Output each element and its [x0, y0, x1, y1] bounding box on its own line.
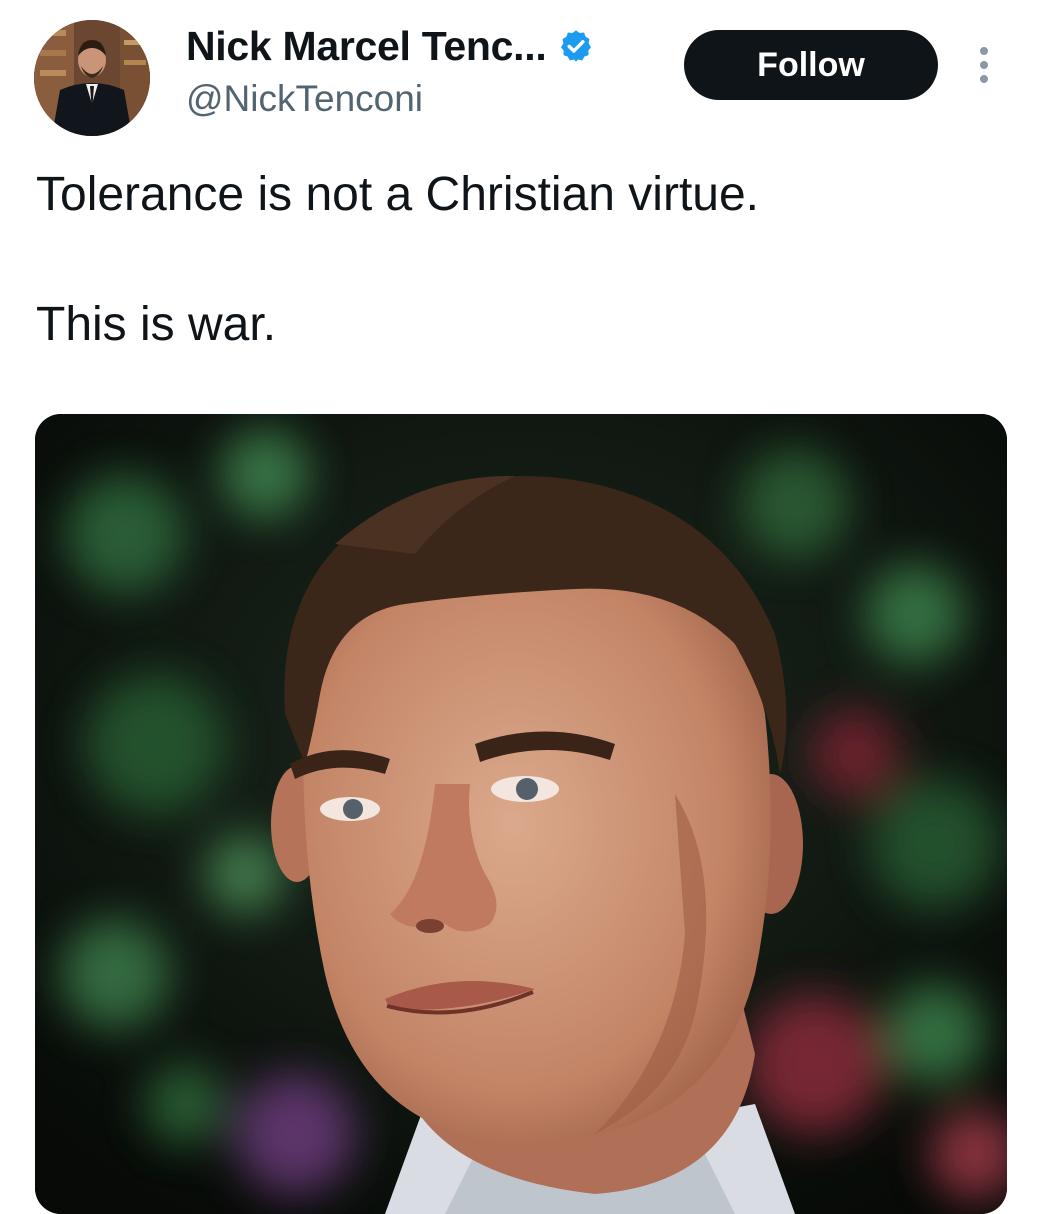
tweet-text: Tolerance is not a Christian virtue. Thi…	[36, 165, 759, 355]
more-options-icon[interactable]	[968, 40, 1000, 90]
tweet-text-line: This is war.	[36, 298, 277, 351]
more-dot	[980, 47, 988, 55]
tweet-text-line: Tolerance is not a Christian virtue.	[36, 168, 759, 221]
more-dot	[980, 75, 988, 83]
author-handle[interactable]: @NickTenconi	[186, 78, 594, 120]
follow-button[interactable]: Follow	[684, 30, 938, 100]
more-dot	[980, 61, 988, 69]
author-header: Nick Marcel Tenc... @NickTenconi	[186, 22, 594, 120]
tweet-media-photo[interactable]	[35, 414, 1007, 1214]
verified-badge-icon	[558, 28, 594, 64]
author-avatar[interactable]	[34, 20, 150, 136]
author-display-name[interactable]: Nick Marcel Tenc...	[186, 23, 547, 70]
avatar-photo-icon	[34, 20, 150, 136]
name-row: Nick Marcel Tenc...	[186, 22, 594, 70]
media-photo-icon	[35, 414, 1007, 1214]
